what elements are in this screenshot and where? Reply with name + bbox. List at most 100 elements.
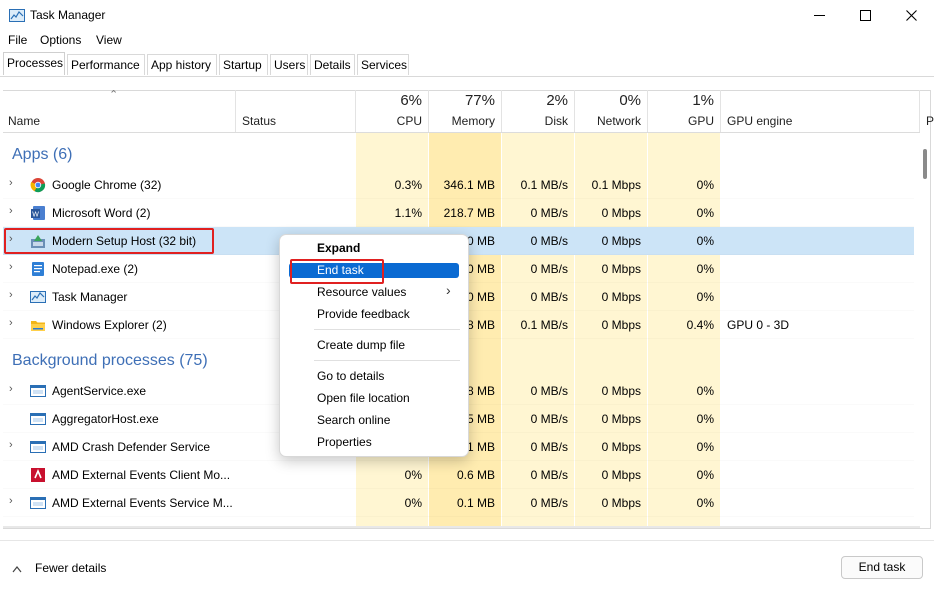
process-name: AMD External Events Service M... bbox=[52, 496, 233, 510]
group-apps[interactable]: Apps (6) bbox=[12, 146, 72, 164]
annotation-row-box bbox=[4, 228, 214, 254]
tab-startup[interactable]: Startup bbox=[219, 54, 268, 75]
process-name: Task Manager bbox=[52, 290, 128, 304]
ctx-search-online[interactable]: Search online bbox=[317, 413, 390, 427]
expand-chevron-icon[interactable]: › bbox=[9, 289, 13, 301]
horizontal-scrollbar[interactable] bbox=[3, 526, 920, 528]
maximize-icon bbox=[859, 9, 871, 21]
header-memory[interactable]: 77% Memory bbox=[429, 90, 502, 132]
scrollbar-thumb[interactable] bbox=[923, 149, 927, 179]
cell-disk: 0 MB/s bbox=[530, 262, 568, 276]
cell-memory: 0.6 MB bbox=[456, 468, 495, 482]
cell-cpu: 1.1% bbox=[394, 206, 422, 220]
close-button[interactable] bbox=[888, 0, 934, 30]
table-row[interactable]: › W Microsoft Word (2) 1.1% 218.7 MB 0 MB/s 0 … bbox=[3, 199, 914, 227]
cell-network: 0 Mbps bbox=[601, 318, 641, 332]
expand-chevron-icon[interactable]: › bbox=[9, 317, 13, 329]
cell-network: 0.1 Mbps bbox=[591, 178, 641, 192]
ctx-provide-feedback[interactable]: Provide feedback bbox=[317, 307, 410, 321]
ctx-properties[interactable]: Properties bbox=[317, 435, 372, 449]
table-row[interactable]: › Google Chrome (32) 0.3% 346.1 MB 0.1 MB/s 0… bbox=[3, 171, 914, 199]
table-row[interactable]: AMD External Events Client Mo... 0% 0.6 MB… bbox=[3, 461, 914, 489]
table-row[interactable]: › AMD External Events Service M... 0% 0.1 M… bbox=[3, 489, 914, 517]
header-gpu[interactable]: 1% GPU bbox=[648, 90, 721, 132]
vertical-scrollbar[interactable] bbox=[920, 133, 930, 526]
expand-chevron-icon[interactable]: › bbox=[9, 261, 13, 273]
expand-chevron-icon[interactable]: › bbox=[9, 177, 13, 189]
cell-disk: 0.1 MB/s bbox=[520, 178, 568, 192]
expand-chevron-icon[interactable]: › bbox=[9, 439, 13, 451]
cell-network: 0 Mbps bbox=[601, 290, 641, 304]
service-icon bbox=[30, 383, 46, 402]
header-gpu-engine[interactable]: GPU engine bbox=[721, 90, 920, 132]
cell-gpu: 0% bbox=[696, 262, 714, 276]
tab-app-history[interactable]: App history bbox=[147, 54, 217, 75]
cell-gpu: 0% bbox=[696, 412, 714, 426]
ctx-expand[interactable]: Expand bbox=[317, 241, 360, 255]
header-extra-label: P bbox=[926, 114, 934, 128]
cell-cpu: 0.3% bbox=[394, 178, 422, 192]
cell-gpu: 0% bbox=[696, 206, 714, 220]
cell-network: 0 Mbps bbox=[601, 496, 641, 510]
ctx-go-to-details[interactable]: Go to details bbox=[317, 369, 384, 383]
fewer-details-link[interactable]: Fewer details bbox=[35, 561, 106, 575]
header-status[interactable]: Status bbox=[236, 90, 356, 132]
ctx-open-file-location[interactable]: Open file location bbox=[317, 391, 410, 405]
menu-options[interactable]: Options bbox=[40, 33, 81, 47]
service-icon bbox=[30, 411, 46, 430]
expand-chevron-icon[interactable]: › bbox=[9, 495, 13, 507]
ctx-create-dump[interactable]: Create dump file bbox=[317, 338, 405, 352]
tab-details[interactable]: Details bbox=[310, 54, 355, 75]
cell-memory: 218.7 MB bbox=[443, 206, 495, 220]
header-status-label: Status bbox=[242, 114, 277, 128]
cell-cpu: 0% bbox=[404, 468, 422, 482]
service-icon bbox=[30, 495, 46, 514]
window-title: Task Manager bbox=[30, 8, 106, 22]
header-disk[interactable]: 2% Disk bbox=[502, 90, 575, 132]
notepad-icon bbox=[30, 261, 46, 280]
end-task-button[interactable]: End task bbox=[841, 556, 923, 579]
header-gpu-label: GPU bbox=[687, 114, 714, 128]
cell-gpu: 0% bbox=[696, 468, 714, 482]
menu-view[interactable]: View bbox=[96, 33, 122, 47]
process-name: Google Chrome (32) bbox=[52, 178, 162, 192]
group-background[interactable]: Background processes (75) bbox=[12, 352, 208, 370]
gpu-total: 1% bbox=[692, 92, 714, 109]
header-extra[interactable]: P bbox=[920, 90, 934, 132]
cell-gpu: 0% bbox=[696, 234, 714, 248]
cell-memory: 346.1 MB bbox=[443, 178, 495, 192]
minimize-button[interactable] bbox=[796, 0, 842, 30]
cell-network: 0 Mbps bbox=[601, 412, 641, 426]
tab-users[interactable]: Users bbox=[270, 54, 308, 75]
disk-total: 2% bbox=[546, 92, 568, 109]
cell-network: 0 Mbps bbox=[601, 468, 641, 482]
chrome-icon bbox=[30, 177, 46, 196]
footer-divider bbox=[0, 540, 934, 541]
header-name[interactable]: ⌃ Name bbox=[3, 89, 236, 132]
fewer-details-icon[interactable] bbox=[12, 562, 22, 576]
cell-disk: 0 MB/s bbox=[530, 412, 568, 426]
title-bar bbox=[0, 0, 934, 30]
word-icon: W bbox=[30, 205, 46, 224]
header-cpu[interactable]: 6% CPU bbox=[356, 90, 429, 132]
expand-chevron-icon[interactable]: › bbox=[9, 205, 13, 217]
task-manager-icon bbox=[9, 9, 25, 22]
cell-network: 0 Mbps bbox=[601, 234, 641, 248]
submenu-arrow-icon: › bbox=[446, 282, 451, 298]
service-icon bbox=[30, 439, 46, 458]
cell-disk: 0 MB/s bbox=[530, 234, 568, 248]
file-explorer-icon bbox=[30, 317, 46, 336]
cell-disk: 0 MB/s bbox=[530, 468, 568, 482]
expand-chevron-icon[interactable]: › bbox=[9, 383, 13, 395]
amd-icon bbox=[30, 467, 46, 486]
tab-processes[interactable]: Processes bbox=[3, 52, 65, 75]
cpu-total: 6% bbox=[400, 92, 422, 109]
tab-services[interactable]: Services bbox=[357, 54, 409, 75]
maximize-button[interactable] bbox=[842, 0, 888, 30]
cell-gpu: 0% bbox=[696, 290, 714, 304]
menu-file[interactable]: File bbox=[8, 33, 27, 47]
tab-performance[interactable]: Performance bbox=[67, 54, 145, 75]
process-name: Notepad.exe (2) bbox=[52, 262, 139, 276]
ctx-resource-values[interactable]: Resource values bbox=[317, 285, 406, 299]
header-network[interactable]: 0% Network bbox=[575, 90, 648, 132]
